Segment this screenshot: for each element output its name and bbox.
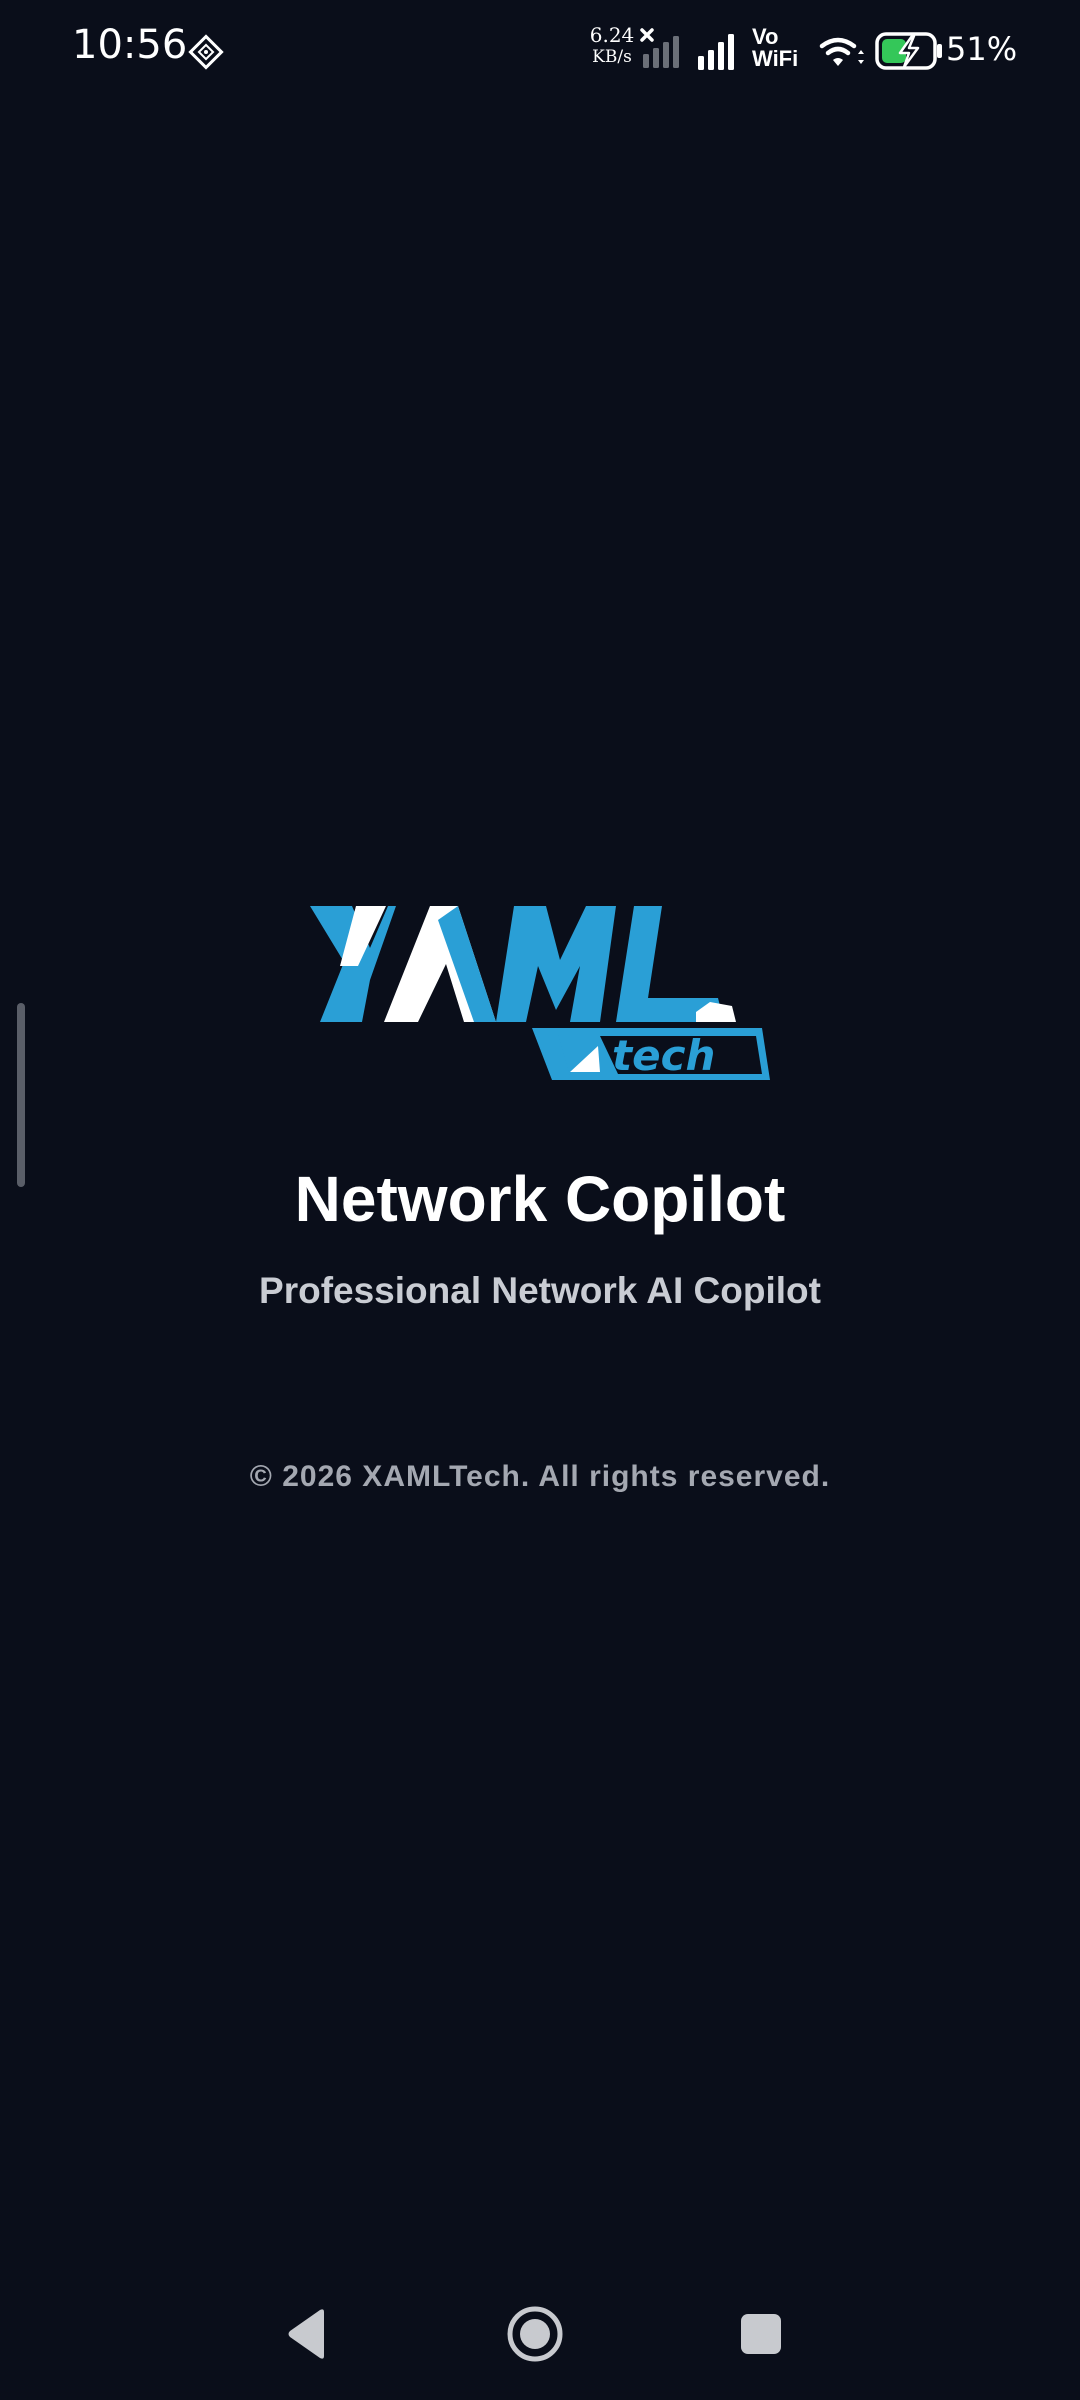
battery-percent: 51% xyxy=(946,30,1018,68)
wifi-icon xyxy=(819,37,864,66)
recents-square-icon xyxy=(741,2314,781,2354)
back-triangle-icon xyxy=(288,2309,324,2359)
svg-text:tech: tech xyxy=(612,1031,715,1080)
network-speed: 6.24 KB/s xyxy=(586,24,638,68)
network-speed-value: 6.24 xyxy=(589,23,635,47)
network-speed-unit: KB/s xyxy=(592,47,632,67)
app-title: Network Copilot xyxy=(294,1163,786,1235)
app-subtitle: Professional Network AI Copilot xyxy=(259,1270,821,1311)
vowifi-top-label: Vo xyxy=(752,24,779,49)
status-bar: 10:56 6.24 KB/s Vo WiFi 51% xyxy=(0,0,1080,100)
edge-gesture-handle[interactable] xyxy=(17,1003,25,1187)
status-time: 10:56 xyxy=(72,22,188,68)
recents-button[interactable] xyxy=(729,2302,793,2366)
splash-screen: 10:56 6.24 KB/s Vo WiFi 51% tech Network… xyxy=(0,0,1080,2400)
signal-no-service-icon xyxy=(640,28,679,68)
signal-full-icon xyxy=(698,34,734,70)
notification-diamond-icon xyxy=(188,34,224,70)
home-button[interactable] xyxy=(503,2302,567,2366)
battery-charging-icon xyxy=(875,32,942,70)
home-circle-icon xyxy=(507,2306,563,2362)
vowifi-bottom-label: WiFi xyxy=(752,46,799,71)
back-button[interactable] xyxy=(278,2302,342,2366)
xamltech-logo: tech xyxy=(310,906,770,1080)
copyright-notice: © 2026 XAMLTech. All rights reserved. xyxy=(249,1460,831,1493)
vowifi-indicator: Vo WiFi xyxy=(752,26,810,70)
